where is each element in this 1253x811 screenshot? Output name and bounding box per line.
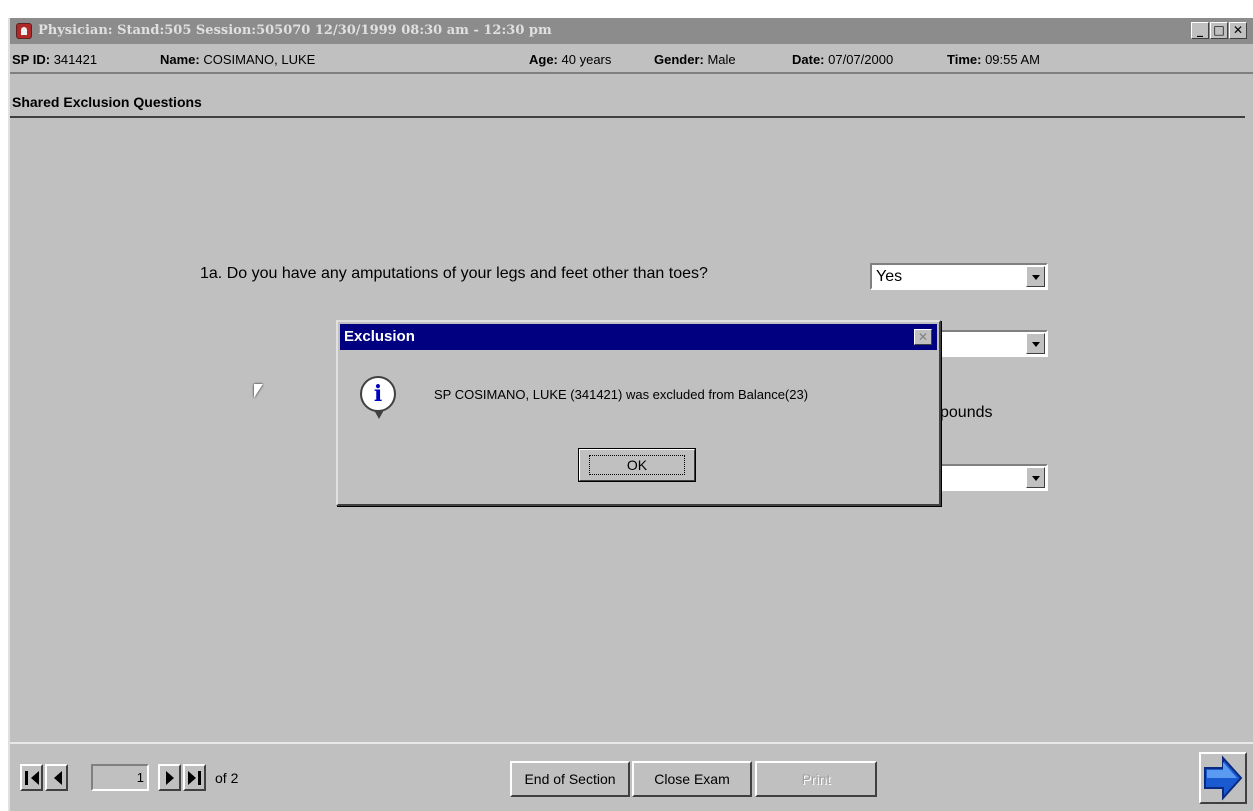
next-page-button[interactable] [158, 764, 181, 791]
gender-field: Gender: Male [654, 46, 736, 74]
age-value: 40 years [561, 52, 612, 67]
print-button-label: Print [801, 771, 831, 787]
ok-button[interactable]: OK [578, 448, 696, 482]
first-page-icon-bar [25, 771, 28, 785]
chevron-down-icon[interactable] [1026, 266, 1045, 287]
question-1a: 1a. Do you have any amputations of your … [200, 265, 708, 282]
dialog-title: Exclusion [344, 328, 415, 345]
date-field: Date: 07/07/2000 [792, 46, 893, 74]
chevron-down-icon[interactable] [1026, 467, 1045, 488]
time-label: Time: [947, 52, 982, 67]
sp-id-label: SP ID: [12, 52, 51, 67]
dialog-message: SP COSIMANO, LUKE (341421) was excluded … [434, 387, 809, 402]
answer-1a-value: Yes [876, 268, 903, 285]
window-title: Physician: Stand:505 Session:505070 12/3… [38, 23, 552, 38]
print-button[interactable]: Print [755, 761, 877, 797]
first-page-button[interactable] [20, 764, 43, 791]
first-page-icon [31, 771, 39, 785]
name-field: Name: COSIMANO, LUKE [160, 46, 315, 74]
gender-label: Gender: [654, 52, 704, 67]
dialog-titlebar[interactable]: Exclusion ✕ [340, 324, 937, 350]
time-field: Time: 09:55 AM [947, 46, 1040, 74]
page-count-label: of 2 [215, 770, 239, 786]
next-section-button[interactable] [1199, 752, 1247, 804]
section-title: Shared Exclusion Questions [12, 94, 202, 110]
name-value: COSIMANO, LUKE [203, 52, 316, 67]
prev-page-icon [54, 771, 62, 785]
time-value: 09:55 AM [985, 52, 1040, 67]
last-page-icon [188, 771, 196, 785]
close-exam-button[interactable]: Close Exam [632, 761, 752, 797]
window-titlebar[interactable]: Physician: Stand:505 Session:505070 12/3… [10, 18, 1253, 44]
app-icon[interactable] [16, 23, 32, 39]
date-label: Date: [792, 52, 825, 67]
section-divider [10, 116, 1245, 118]
close-button[interactable]: ✕ [1229, 22, 1247, 39]
answer-1a-select[interactable]: Yes [870, 263, 1048, 290]
dialog-close-button[interactable]: ✕ [914, 329, 932, 345]
chevron-down-icon[interactable] [1026, 333, 1045, 354]
bottom-toolbar: 1 of 2 End of Section Close Exam Print [10, 742, 1253, 811]
ok-button-label: OK [589, 455, 685, 475]
sp-id-value: 341421 [53, 52, 98, 67]
gender-value: Male [707, 52, 736, 67]
minimize-button[interactable]: _ [1191, 22, 1209, 39]
sp-id-field: SP ID: 341421 [12, 46, 97, 74]
page-number-input[interactable]: 1 [91, 764, 149, 791]
window-controls: _ □ ✕ [1191, 22, 1247, 39]
arrow-right-icon [1204, 755, 1243, 801]
date-value: 07/07/2000 [828, 52, 894, 67]
end-of-section-button[interactable]: End of Section [510, 761, 630, 797]
info-icon: i [360, 376, 396, 419]
patient-info-bar: SP ID: 341421 Name: COSIMANO, LUKE Age: … [10, 46, 1253, 74]
last-page-button[interactable] [183, 764, 206, 791]
main-window: Physician: Stand:505 Session:505070 12/3… [8, 18, 1253, 811]
age-field: Age: 40 years [529, 46, 611, 74]
exclusion-dialog: Exclusion ✕ i SP COSIMANO, LUKE (341421)… [336, 320, 941, 506]
prev-page-button[interactable] [45, 764, 68, 791]
maximize-button[interactable]: □ [1210, 22, 1228, 39]
pounds-label: pounds [940, 404, 993, 421]
last-page-icon-bar [198, 771, 201, 785]
next-page-icon [166, 771, 174, 785]
name-label: Name: [160, 52, 200, 67]
age-label: Age: [529, 52, 558, 67]
